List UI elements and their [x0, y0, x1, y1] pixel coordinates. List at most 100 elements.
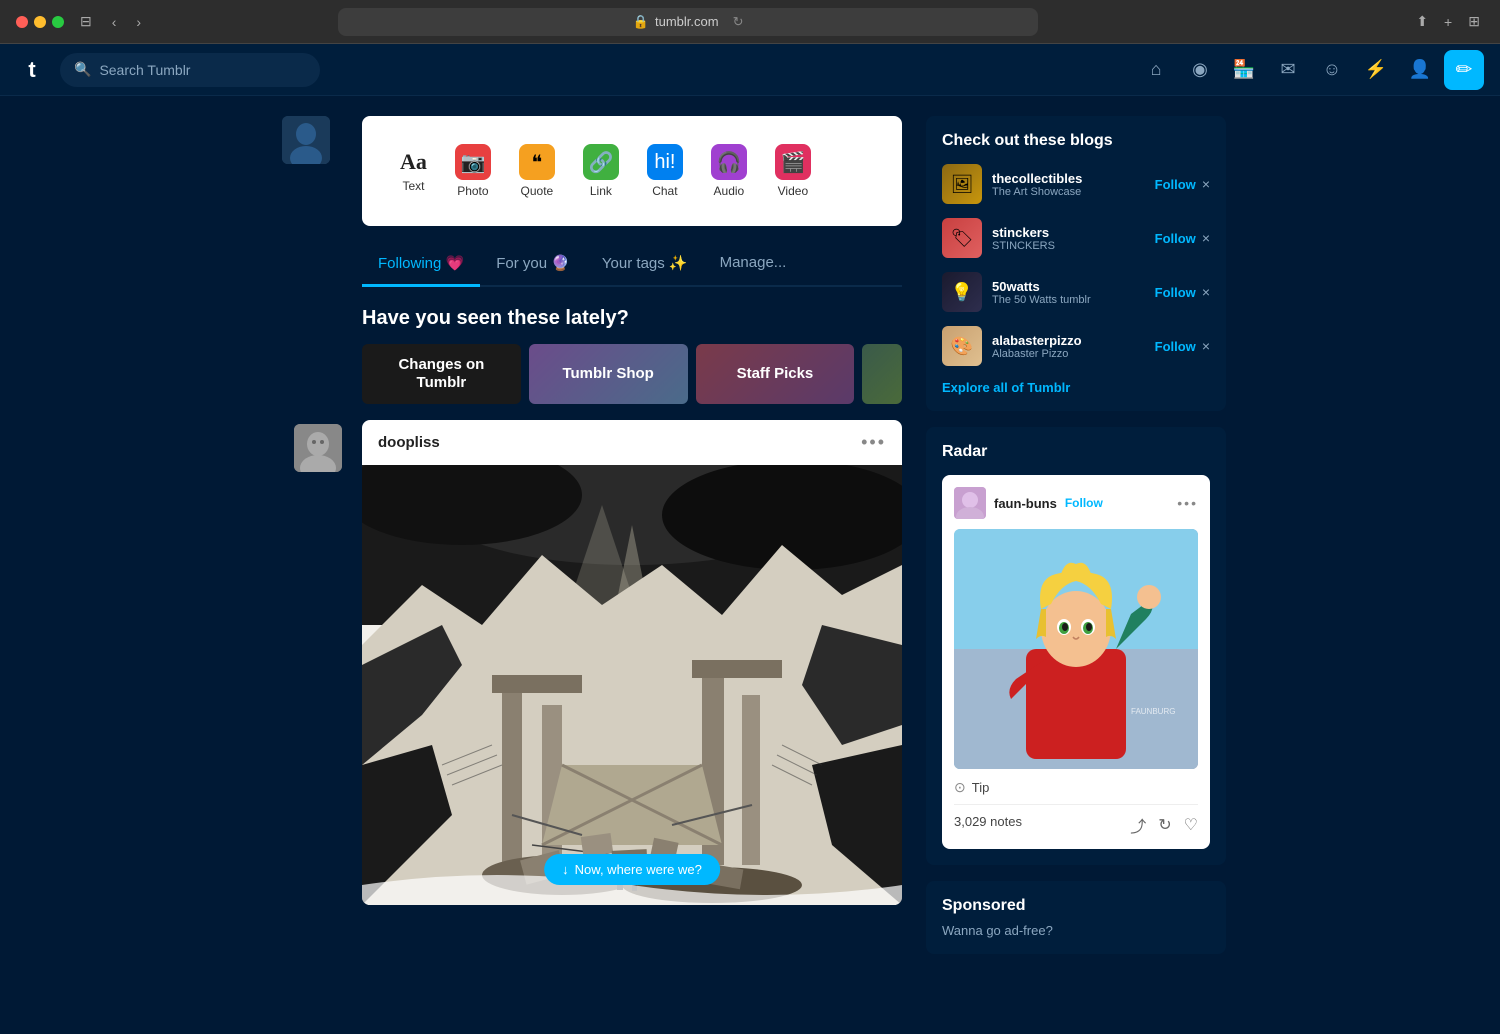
dismiss-thecollectibles-btn[interactable]: × — [1202, 176, 1210, 192]
browser-actions: ⬆ + ⊞ — [1412, 11, 1484, 32]
blog-avatar-stinckers[interactable]: 🏷 — [942, 218, 982, 258]
tab-following[interactable]: Following 💗 — [362, 242, 480, 287]
extensions-btn[interactable]: ⊞ — [1464, 11, 1484, 32]
activity-face-btn[interactable]: ☺ — [1312, 50, 1352, 90]
post-container: doopliss ••• — [362, 420, 902, 905]
photo-icon: 📷 — [455, 144, 491, 180]
tag-shop-label: Tumblr Shop — [562, 365, 653, 383]
scroll-down-icon: ↓ — [562, 862, 569, 877]
compose-chat-btn[interactable]: hi! Chat — [633, 136, 697, 206]
explore-all-link[interactable]: Explore all of Tumblr — [942, 380, 1210, 395]
radar-reblog-btn[interactable]: ↻ — [1158, 815, 1171, 835]
share-btn[interactable]: ⬆ — [1412, 11, 1432, 32]
scroll-btn-label: Now, where were we? — [575, 862, 702, 877]
main-layout: Aa Text 📷 Photo ❝ Quote 🔗 Link hi! C — [0, 96, 1500, 1034]
tag-extra-btn[interactable] — [862, 344, 902, 404]
follow-stinckers-btn[interactable]: Follow — [1155, 231, 1196, 246]
minimize-window-btn[interactable] — [34, 16, 46, 28]
recently-seen-title: Have you seen these lately? — [362, 307, 902, 330]
search-placeholder: Search Tumblr — [99, 62, 190, 78]
center-content: Aa Text 📷 Photo ❝ Quote 🔗 Link hi! C — [362, 116, 902, 1014]
compose-text-btn[interactable]: Aa Text — [386, 141, 441, 201]
tab-for-you[interactable]: For you 🔮 — [480, 242, 586, 285]
shop-btn[interactable]: 🏪 — [1224, 50, 1264, 90]
link-label: Link — [590, 184, 612, 198]
dismiss-stinckers-btn[interactable]: × — [1202, 230, 1210, 246]
blog-desc-stinckers: STINCKERS — [992, 240, 1145, 252]
address-bar[interactable]: 🔒 tumblr.com ↻ — [338, 8, 1038, 36]
recently-seen-section: Have you seen these lately? Changes onTu… — [362, 307, 902, 404]
reload-icon: ↻ — [733, 14, 744, 30]
post-user-avatar[interactable] — [294, 424, 342, 472]
close-window-btn[interactable] — [16, 16, 28, 28]
compose-link-btn[interactable]: 🔗 Link — [569, 136, 633, 206]
tab-manage[interactable]: Manage... — [704, 242, 803, 285]
video-icon: 🎬 — [775, 144, 811, 180]
tag-shop-btn[interactable]: Tumblr Shop — [529, 344, 688, 404]
post-username[interactable]: doopliss — [378, 434, 440, 451]
blog-desc-thecollectibles: The Art Showcase — [992, 186, 1145, 198]
blog-desc-50watts: The 50 Watts tumblr — [992, 294, 1145, 306]
blog-name-50watts: 50watts — [992, 279, 1145, 294]
tab-your-tags[interactable]: Your tags ✨ — [586, 242, 704, 285]
blog-info-alabasterpizzo: alabasterpizzo Alabaster Pizzo — [992, 333, 1145, 360]
radar-username: faun-buns — [994, 496, 1057, 511]
follow-alabasterpizzo-btn[interactable]: Follow — [1155, 339, 1196, 354]
video-label: Video — [778, 184, 808, 198]
radar-follow-btn[interactable]: Follow — [1065, 496, 1103, 510]
blog-item-stinckers: 🏷 stinckers STINCKERS Follow × — [942, 218, 1210, 258]
blog-avatar-thecollectibles[interactable]: 🖼 — [942, 164, 982, 204]
maximize-window-btn[interactable] — [52, 16, 64, 28]
blog-actions-thecollectibles: Follow × — [1155, 176, 1210, 192]
radar-like-btn[interactable]: ♡ — [1184, 815, 1198, 835]
post-menu-btn[interactable]: ••• — [861, 432, 886, 453]
chat-icon: hi! — [647, 144, 683, 180]
radar-card-header: faun-buns Follow ••• — [954, 487, 1198, 519]
new-tab-btn[interactable]: + — [1440, 11, 1456, 32]
tumblr-logo[interactable]: t — [16, 54, 48, 86]
compose-photo-btn[interactable]: 📷 Photo — [441, 136, 505, 206]
compose-btn[interactable]: ✏ — [1444, 50, 1484, 90]
photo-label: Photo — [457, 184, 488, 198]
tag-changes-label: Changes onTumblr — [398, 356, 484, 392]
user-avatar[interactable] — [282, 116, 330, 164]
tag-pills: Changes onTumblr Tumblr Shop Staff Picks — [362, 344, 902, 404]
radar-title: Radar — [942, 443, 1210, 461]
search-icon: 🔍 — [74, 61, 91, 78]
radar-user-avatar[interactable] — [954, 487, 986, 519]
forward-btn[interactable]: › — [132, 12, 145, 32]
blog-item-alabasterpizzo: 🎨 alabasterpizzo Alabaster Pizzo Follow … — [942, 326, 1210, 366]
notifications-btn[interactable]: ⚡ — [1356, 50, 1396, 90]
tag-changes-btn[interactable]: Changes onTumblr — [362, 344, 521, 404]
inbox-btn[interactable]: ✉ — [1268, 50, 1308, 90]
follow-50watts-btn[interactable]: Follow — [1155, 285, 1196, 300]
explore-btn[interactable]: ◉ — [1180, 50, 1220, 90]
home-btn[interactable]: ⌂ — [1136, 50, 1176, 90]
follow-thecollectibles-btn[interactable]: Follow — [1155, 177, 1196, 192]
check-out-title: Check out these blogs — [942, 132, 1210, 150]
search-bar[interactable]: 🔍 Search Tumblr — [60, 53, 320, 87]
radar-action-buttons: ⤴ ↻ ♡ — [1130, 813, 1198, 837]
back-btn[interactable]: ‹ — [108, 12, 121, 32]
compose-audio-btn[interactable]: 🎧 Audio — [697, 136, 761, 206]
dismiss-alabasterpizzo-btn[interactable]: × — [1202, 338, 1210, 354]
compose-box: Aa Text 📷 Photo ❝ Quote 🔗 Link hi! C — [362, 116, 902, 226]
window-controls — [16, 16, 64, 28]
radar-section: Radar faun-buns Follow — [926, 427, 1226, 865]
blog-avatar-50watts[interactable]: 💡 — [942, 272, 982, 312]
radar-share-btn[interactable]: ⤴ — [1130, 813, 1146, 837]
radar-menu-btn[interactable]: ••• — [1177, 495, 1198, 511]
blog-desc-alabasterpizzo: Alabaster Pizzo — [992, 348, 1145, 360]
left-sidebar — [274, 116, 338, 1014]
compose-quote-btn[interactable]: ❝ Quote — [505, 136, 569, 206]
compose-video-btn[interactable]: 🎬 Video — [761, 136, 825, 206]
sidebar-toggle-btn[interactable]: ⊟ — [76, 11, 96, 32]
blog-actions-stinckers: Follow × — [1155, 230, 1210, 246]
tip-icon: ⊙ — [954, 779, 966, 796]
dismiss-50watts-btn[interactable]: × — [1202, 284, 1210, 300]
scroll-to-top-btn[interactable]: ↓ Now, where were we? — [544, 854, 720, 885]
tag-staff-picks-btn[interactable]: Staff Picks — [696, 344, 855, 404]
tag-staff-label: Staff Picks — [737, 365, 814, 383]
account-btn[interactable]: 👤 — [1400, 50, 1440, 90]
blog-avatar-alabasterpizzo[interactable]: 🎨 — [942, 326, 982, 366]
